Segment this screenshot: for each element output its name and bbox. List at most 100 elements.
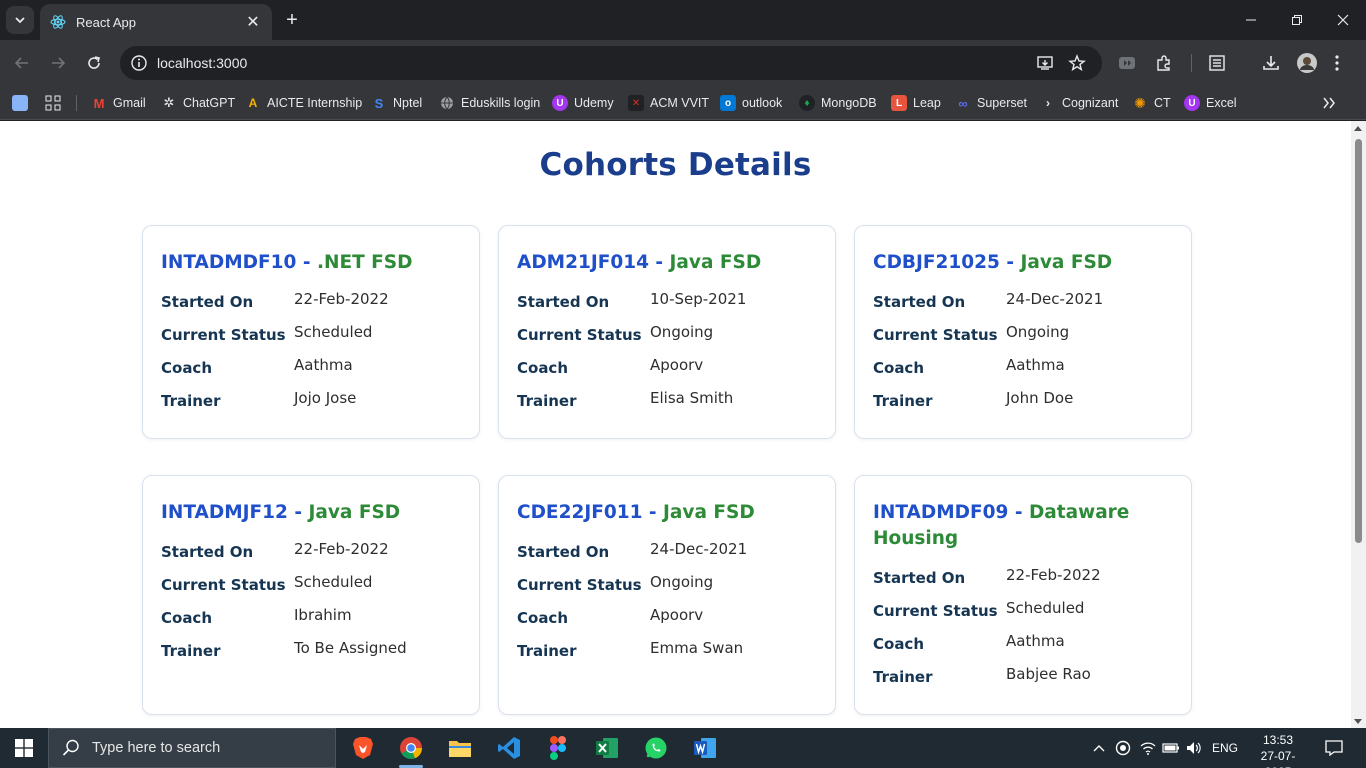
taskbar-search-box[interactable]: Type here to search	[48, 728, 336, 768]
bookmark-nptel[interactable]: S Nptel	[371, 92, 423, 114]
excel-icon[interactable]	[587, 732, 627, 764]
extensions-icon[interactable]	[1153, 52, 1175, 74]
cohort-code: CDBJF21025	[873, 252, 1000, 273]
bookmark-leap[interactable]: L Leap	[891, 92, 941, 114]
coach-label: Coach	[161, 359, 213, 377]
taskbar-clock[interactable]: 13:53 27-07-2025	[1250, 732, 1306, 768]
clock-time: 13:53	[1262, 733, 1294, 747]
close-window-button[interactable]	[1320, 0, 1366, 40]
started-on-label: Started On	[517, 293, 610, 311]
restore-button[interactable]	[1274, 0, 1320, 40]
battery-icon[interactable]	[1160, 728, 1182, 768]
reading-list-icon[interactable]	[1206, 52, 1228, 74]
current-status-value: Ongoing	[1006, 322, 1070, 341]
search-icon	[62, 739, 79, 756]
ct-icon: ✺	[1134, 94, 1146, 111]
browser-toolbar: localhost:3000	[0, 40, 1366, 86]
whatsapp-icon[interactable]	[636, 732, 676, 764]
volume-icon[interactable]	[1184, 728, 1204, 768]
cohort-code: CDE22JF011	[517, 502, 643, 523]
bookmark-eduskills[interactable]: Eduskills login	[439, 92, 540, 114]
bookmark-chatgpt[interactable]: ✲ ChatGPT	[161, 92, 236, 114]
cohort-code: INTADMJF12	[161, 502, 288, 523]
wifi-icon[interactable]	[1138, 728, 1158, 768]
coach-value: Aathma	[1006, 631, 1065, 650]
install-app-icon[interactable]	[1034, 52, 1056, 74]
cohort-details: Started On 22-Feb-2022 Current Status Sched…	[161, 282, 461, 414]
scroll-up-arrow-icon[interactable]	[1354, 126, 1362, 131]
bookmark-gmail[interactable]: M Gmail	[91, 92, 146, 114]
started-on-label: Started On	[161, 543, 254, 561]
info-icon[interactable]	[130, 54, 148, 72]
bookmark-outlook[interactable]: o outlook	[720, 92, 782, 114]
bookmark-star-icon[interactable]	[1066, 52, 1088, 74]
bookmark-udemy[interactable]: U Udemy	[552, 92, 614, 114]
bookmark-mongodb[interactable]: ♦ MongoDB	[799, 92, 877, 114]
new-tab-button[interactable]: +	[280, 8, 304, 32]
coach-row: Coach Ibrahim	[161, 598, 461, 631]
windows-taskbar: Type here to search ENG 13:53 27-07-2025	[0, 728, 1366, 768]
bookmark-ct[interactable]: ✺ CT	[1132, 92, 1171, 114]
coach-label: Coach	[517, 359, 569, 377]
tab-close-icon[interactable]: ✕	[244, 12, 262, 32]
browser-tab[interactable]: React App ✕	[40, 4, 272, 40]
current-status-label: Current Status	[873, 326, 998, 344]
coach-row: Coach Aathma	[161, 348, 461, 381]
more-menu-icon[interactable]	[1326, 52, 1348, 74]
coach-row: Coach Aathma	[873, 348, 1173, 381]
forward-button[interactable]	[45, 50, 71, 76]
acm-icon: ✕	[628, 95, 644, 111]
profile-avatar[interactable]	[1296, 52, 1318, 74]
mongodb-icon: ♦	[799, 95, 815, 111]
vscode-icon[interactable]	[489, 732, 529, 764]
trainer-row: Trainer Elisa Smith	[517, 381, 817, 414]
address-bar[interactable]: localhost:3000	[120, 46, 1102, 80]
sidepanel-icon[interactable]	[12, 92, 28, 114]
current-status-label: Current Status	[873, 602, 998, 620]
trainer-value: To Be Assigned	[294, 638, 407, 657]
bookmark-cognizant[interactable]: › Cognizant	[1040, 92, 1118, 114]
figma-icon[interactable]	[538, 732, 578, 764]
bookmark-aicte[interactable]: A AICTE Internship	[245, 92, 363, 114]
scroll-thumb[interactable]	[1355, 139, 1362, 543]
started-on-label: Started On	[873, 569, 966, 587]
cohort-separator: -	[648, 252, 670, 273]
tray-overflow-icon[interactable]	[1090, 728, 1108, 768]
coach-value: Apoorv	[650, 605, 704, 624]
browser-tab-strip: React App ✕ +	[0, 0, 1366, 40]
trainer-value: Emma Swan	[650, 638, 744, 657]
bookmarks-overflow-icon[interactable]	[1322, 92, 1336, 114]
bookmark-superset[interactable]: ∞ Superset	[955, 92, 1027, 114]
minimize-button[interactable]	[1228, 0, 1274, 40]
file-explorer-icon[interactable]	[440, 732, 480, 764]
url-text[interactable]: localhost:3000	[157, 55, 247, 71]
downloads-icon[interactable]	[1260, 52, 1282, 74]
cohort-card: INTADMDF09 - Dataware Housing Started On 2…	[854, 475, 1192, 715]
back-button[interactable]	[9, 50, 35, 76]
started-on-value: 22-Feb-2022	[1006, 565, 1101, 584]
reload-button[interactable]	[81, 50, 107, 76]
current-status-row: Current Status Ongoing	[517, 315, 817, 348]
record-icon[interactable]	[1113, 728, 1133, 768]
toolbar-divider	[1191, 54, 1192, 72]
current-status-row: Current Status Scheduled	[873, 591, 1173, 624]
page-scrollbar[interactable]	[1351, 121, 1366, 728]
cohort-details: Started On 22-Feb-2022 Current Status Sched…	[873, 558, 1173, 690]
coach-label: Coach	[873, 359, 925, 377]
brave-browser-icon[interactable]	[343, 732, 383, 764]
start-button[interactable]	[0, 728, 48, 768]
outlook-icon: o	[720, 95, 736, 111]
media-control-icon[interactable]	[1116, 52, 1138, 74]
tab-search-button[interactable]	[6, 6, 34, 34]
bookmark-acm-vvit[interactable]: ✕ ACM VVIT	[628, 92, 709, 114]
started-on-row: Started On 24-Dec-2021	[873, 282, 1173, 315]
scroll-down-arrow-icon[interactable]	[1354, 719, 1362, 724]
started-on-value: 24-Dec-2021	[1006, 289, 1104, 308]
apps-grid-icon[interactable]	[45, 92, 61, 114]
chrome-taskbar-icon[interactable]	[391, 732, 431, 768]
language-indicator[interactable]: ENG	[1208, 728, 1242, 768]
notification-center-icon[interactable]	[1320, 728, 1348, 768]
cohort-separator: -	[287, 502, 309, 523]
bookmark-excel[interactable]: U Excel	[1184, 92, 1237, 114]
word-icon[interactable]	[685, 732, 725, 764]
